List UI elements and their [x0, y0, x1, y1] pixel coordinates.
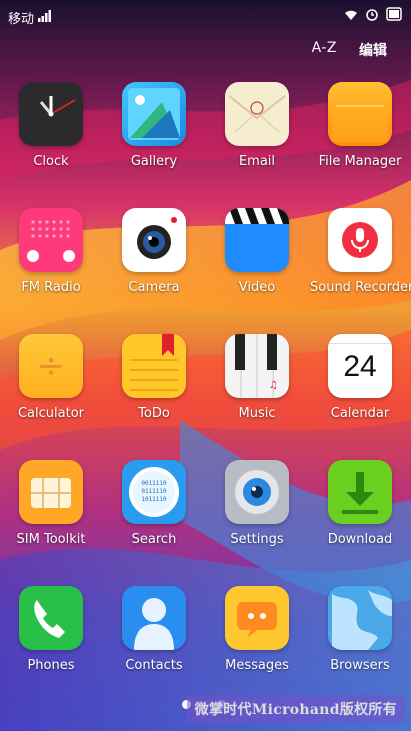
- app-label: File Manager: [318, 154, 402, 169]
- calc-symbol: ÷: [36, 346, 66, 386]
- app-label: ToDo: [138, 406, 170, 421]
- app-music[interactable]: ♫ Music: [207, 334, 307, 421]
- app-label: Video: [238, 280, 276, 295]
- app-label: Search: [131, 532, 177, 547]
- globe-icon: [328, 586, 392, 650]
- app-label: Messages: [225, 658, 289, 673]
- app-label: Calendar: [330, 406, 390, 421]
- app-contacts[interactable]: Contacts: [104, 586, 204, 673]
- app-label: SIM Toolkit: [16, 532, 86, 547]
- alarm-icon: [366, 9, 378, 21]
- clapperboard-icon: [225, 208, 289, 272]
- contacts-icon: [122, 586, 186, 650]
- app-fm-radio[interactable]: FM Radio: [1, 208, 101, 295]
- watermark-text: 微掌时代Microhand版权所有: [186, 695, 405, 723]
- calculator-icon: ÷: [19, 334, 83, 398]
- piano-icon: ♫: [225, 334, 289, 398]
- app-video[interactable]: Video: [207, 208, 307, 295]
- app-messages[interactable]: Messages: [207, 586, 307, 673]
- edit-button[interactable]: 编辑: [359, 40, 387, 60]
- app-email[interactable]: Email: [207, 82, 307, 169]
- signal-icon: [38, 10, 51, 22]
- app-settings[interactable]: Settings: [207, 460, 307, 547]
- microphone-icon: [328, 208, 392, 272]
- search-binary-text: 0011110 0111110 1011110: [141, 480, 167, 503]
- app-calculator[interactable]: ÷ Calculator: [1, 334, 101, 421]
- radio-icon: [19, 208, 83, 272]
- envelope-icon: [225, 82, 289, 146]
- gear-icon: [225, 460, 289, 524]
- app-label: Gallery: [130, 154, 178, 169]
- svg-text:♫: ♫: [269, 380, 278, 391]
- wifi-icon: [345, 10, 357, 20]
- folder-icon: [328, 82, 392, 146]
- app-download[interactable]: Download: [310, 460, 410, 547]
- app-file-manager[interactable]: File Manager: [310, 82, 410, 169]
- app-phones[interactable]: Phones: [1, 586, 101, 673]
- app-gallery[interactable]: Gallery: [104, 82, 204, 169]
- gallery-icon: [122, 82, 186, 146]
- app-search[interactable]: 0011110 0111110 1011110 Search: [104, 460, 204, 547]
- app-label: Calculator: [17, 406, 84, 421]
- search-icon: 0011110 0111110 1011110: [122, 460, 186, 524]
- app-label: Email: [238, 154, 276, 169]
- top-actions: A-Z 编辑: [0, 38, 411, 60]
- calendar-day: 24: [343, 350, 377, 383]
- app-label: Contacts: [125, 658, 183, 673]
- app-clock[interactable]: Clock: [1, 82, 101, 169]
- sort-az-button[interactable]: A-Z: [312, 40, 337, 56]
- app-label: Download: [327, 532, 393, 547]
- app-label: Music: [238, 406, 276, 421]
- calendar-icon: 24: [328, 334, 392, 398]
- download-icon: [328, 460, 392, 524]
- app-label: FM Radio: [21, 280, 81, 295]
- app-sim-toolkit[interactable]: SIM Toolkit: [1, 460, 101, 547]
- app-label: Phones: [27, 658, 75, 673]
- chat-bubble-icon: [225, 586, 289, 650]
- clock-icon: [19, 82, 83, 146]
- app-label: Settings: [230, 532, 284, 547]
- app-sound-recorder[interactable]: Sound Recorder: [310, 208, 411, 295]
- app-label: Camera: [128, 280, 180, 295]
- app-browsers[interactable]: Browsers: [310, 586, 410, 673]
- app-label: Clock: [33, 154, 69, 169]
- camera-icon: [122, 208, 186, 272]
- battery-icon: [386, 7, 402, 21]
- app-calendar[interactable]: 24 Calendar: [310, 334, 410, 421]
- carrier-label: 移动: [8, 12, 35, 27]
- phone-icon: [19, 586, 83, 650]
- status-bar: 移动: [0, 0, 411, 32]
- app-label: Browsers: [330, 658, 390, 673]
- sim-card-icon: [19, 460, 83, 524]
- app-camera[interactable]: Camera: [104, 208, 204, 295]
- app-label: Sound Recorder: [310, 280, 411, 295]
- app-todo[interactable]: ToDo: [104, 334, 204, 421]
- notebook-icon: [122, 334, 186, 398]
